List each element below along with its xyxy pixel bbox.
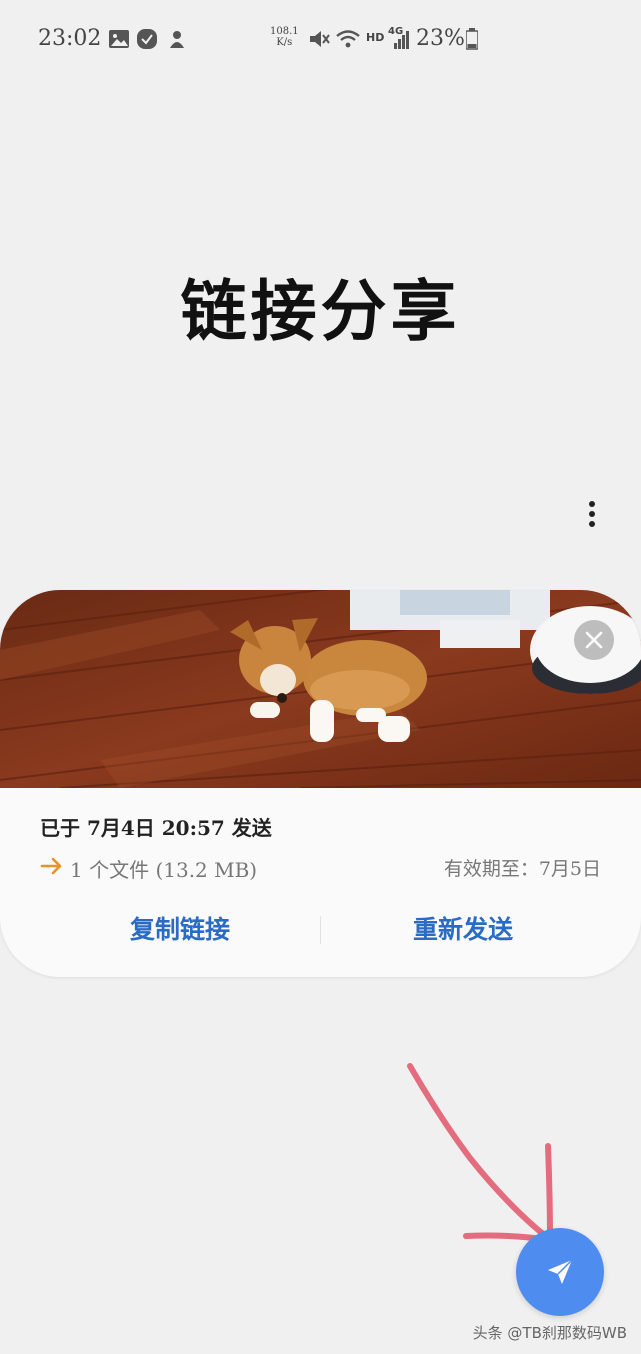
signal-icon [394,31,409,49]
copy-link-button[interactable]: 复制链接 [70,908,290,952]
shared-photo-thumbnail [0,590,641,788]
page-title: 链接分享 [180,272,461,350]
status-time: 23:02 [38,26,102,51]
gallery-icon [109,30,129,48]
arrow-right-icon [40,857,62,875]
battery-icon [466,28,478,50]
close-icon [585,631,603,649]
expiry-label: 有效期至：7月5日 [443,858,601,880]
share-card[interactable]: 已于 7月4日 20:57 发送 1 个文件 (13.2 MB) 有效期至：7月… [0,590,641,977]
status-bar: 23:02 108.1 K/s HD 4G 23% [0,0,641,80]
screen: 23:02 108.1 K/s HD 4G 23% 链接分享 已于 7月4日 2… [0,0,641,1354]
close-button[interactable] [574,620,614,660]
net-speed-value: 108.1 [270,26,299,37]
mute-icon [310,31,330,47]
watermark: 头条 @TB刹那数码WB [472,1324,627,1342]
check-badge-icon [137,29,157,49]
annotation-arrow-icon [407,1063,553,1243]
net-speed: 108.1 K/s [270,26,299,48]
battery-percent: 23% [416,26,465,51]
action-divider [320,916,321,944]
resend-button[interactable]: 重新发送 [353,908,573,952]
app-notification-icon [170,31,184,48]
send-fab-button[interactable] [516,1228,604,1316]
sent-time-label: 已于 7月4日 20:57 发送 [40,816,272,840]
hd-label: HD [366,31,385,44]
wifi-icon [336,30,360,48]
more-options-button[interactable] [576,496,608,532]
send-icon [548,1259,573,1284]
file-summary: 1 个文件 (13.2 MB) [70,858,258,882]
more-vert-icon [589,501,595,527]
net-speed-unit: K/s [276,37,293,48]
